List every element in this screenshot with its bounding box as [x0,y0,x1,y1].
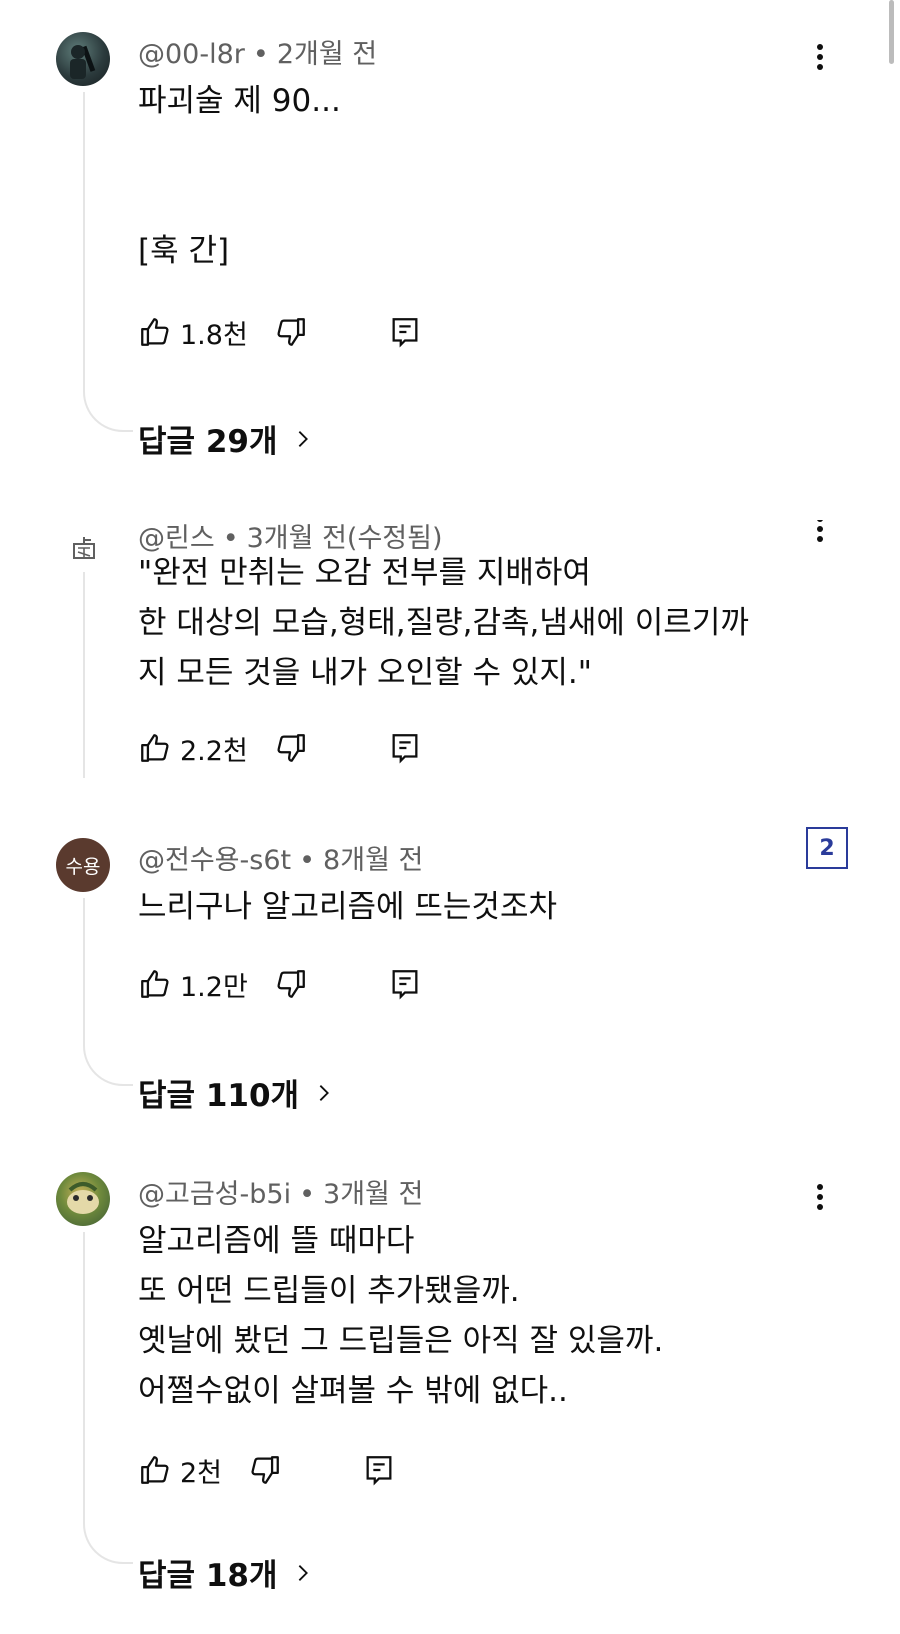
replies-link[interactable]: 답글 18개 [138,1550,314,1595]
channel-icon [73,537,95,559]
timestamp[interactable]: 8개월 전 [323,845,423,876]
replies-link[interactable]: 답글 29개 [138,416,314,461]
comment-text: 파괴술 제 90... [훅 간] [138,83,341,269]
separator-dot: • [299,845,316,876]
reply-icon[interactable] [362,1453,396,1487]
reply-icon[interactable] [388,967,422,1001]
thumb-up-icon[interactable] [138,315,172,349]
more-vert-icon[interactable] [810,520,830,546]
comment-meta: @전수용-s6t • 8개월 전 [138,838,423,877]
comment-meta: @고금성-b5i • 3개월 전 [138,1172,423,1211]
separator-dot: • [252,39,269,70]
like-count: 1.2만 [180,971,248,1003]
replies-count[interactable]: 답글 110개 [138,1070,299,1115]
replies-count[interactable]: 답글 29개 [138,416,278,461]
avatar-image [70,45,96,79]
comment-actions: 2천 [138,1450,396,1490]
thread-line [83,92,133,432]
replies-link[interactable]: 답글 110개 [138,1070,335,1115]
comment-text: 알고리즘에 뜰 때마다 또 어떤 드립들이 추가됐을까. 옛날에 봤던 그 드립… [138,1223,664,1409]
like-count: 1.8천 [180,319,248,351]
avatar-image [67,1182,99,1214]
author-handle[interactable]: @00-l8r [138,39,245,70]
thumb-up-icon[interactable] [138,967,172,1001]
comment-text: "완전 만취는 오감 전부를 지배하여 한 대상의 모습,형태,질량,감촉,냄새… [138,555,749,691]
page-number-badge: 2 [806,827,848,869]
timestamp[interactable]: 2개월 전 [277,39,377,70]
thread-line [83,1232,133,1564]
avatar[interactable] [56,1172,110,1226]
scrollbar[interactable] [889,0,894,64]
author-handle[interactable]: @전수용-s6t [138,845,291,876]
comment-text: 느리구나 알고리즘에 뜨는것조차 [138,889,557,925]
thumb-up-icon[interactable] [138,1453,172,1487]
author-handle[interactable]: @고금성-b5i [138,1179,291,1210]
comment-2: @린스 • 3개월 전(수정됨) "완전 만취는 오감 전부를 지배하여 한 대상의… [0,520,900,778]
thread-line [83,572,85,778]
comment-actions: 2.2천 [138,728,422,768]
more-vert-icon[interactable] [810,44,830,74]
thumb-down-icon[interactable] [248,1453,282,1487]
chevron-right-icon[interactable] [292,428,314,450]
thumb-down-icon[interactable] [274,967,308,1001]
chevron-right-icon[interactable] [313,1082,335,1104]
separator-dot: • [299,1179,316,1210]
thumb-up-icon[interactable] [138,731,172,765]
thread-line [83,898,133,1086]
reply-icon[interactable] [388,315,422,349]
chevron-right-icon[interactable] [292,1562,314,1584]
comment-actions: 1.8천 [138,312,422,352]
reply-icon[interactable] [388,731,422,765]
thumb-down-icon[interactable] [274,315,308,349]
avatar[interactable] [56,32,110,86]
timestamp[interactable]: 3개월 전 [323,1179,423,1210]
replies-count[interactable]: 답글 18개 [138,1550,278,1595]
comment-actions: 1.2만 [138,964,422,1004]
avatar[interactable]: 수용 [56,838,110,892]
comment-meta: @00-l8r • 2개월 전 [138,32,377,71]
thumb-down-icon[interactable] [274,731,308,765]
like-count: 2.2천 [180,735,248,767]
like-count: 2천 [180,1457,223,1489]
more-vert-icon[interactable] [810,1184,830,1214]
